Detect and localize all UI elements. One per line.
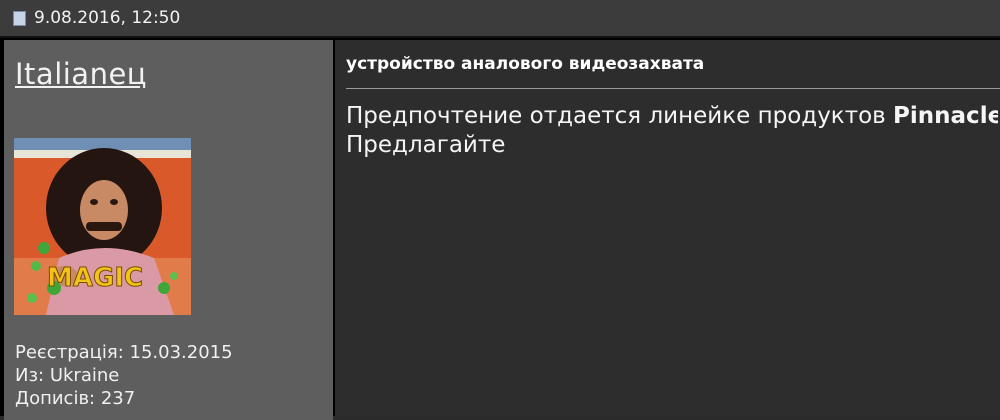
user-info-panel: Italianeц MAGIC Реєстрація: 15.03.2015 И… [4, 40, 333, 420]
registration-date: Реєстрація: 15.03.2015 [15, 342, 233, 363]
post-content: устройство аналового видеозахвата Предпо… [335, 40, 1000, 416]
body-text-prefix: Предпочтение отдается линейке продуктов [346, 103, 894, 129]
post-icon [13, 10, 26, 26]
user-meta: Реєстрація: 15.03.2015 Из: Ukraine Допис… [15, 341, 233, 410]
avatar-caption: MAGIC [47, 263, 143, 293]
forum-post: 9.08.2016, 12:50 Italianeц MAGIC Реєстра… [0, 0, 1000, 420]
post-title: устройство аналового видеозахвата [346, 54, 705, 74]
body-line-2: Предлагайте [346, 132, 506, 158]
avatar-image: MAGIC [14, 138, 191, 315]
user-location: Из: Ukraine [15, 365, 120, 386]
title-divider [346, 88, 1000, 89]
post-date: 9.08.2016, 12:50 [34, 8, 181, 28]
body-line-1: Предпочтение отдается линейке продуктов … [346, 102, 998, 131]
post-count: Дописів: 237 [15, 388, 136, 409]
post-body: Предпочтение отдается линейке продуктов … [346, 102, 998, 160]
body-text-bold: Pinnacle [893, 103, 998, 129]
post-header: 9.08.2016, 12:50 [0, 0, 1000, 38]
avatar: MAGIC [14, 138, 191, 315]
username-link[interactable]: Italianeц [15, 57, 147, 91]
